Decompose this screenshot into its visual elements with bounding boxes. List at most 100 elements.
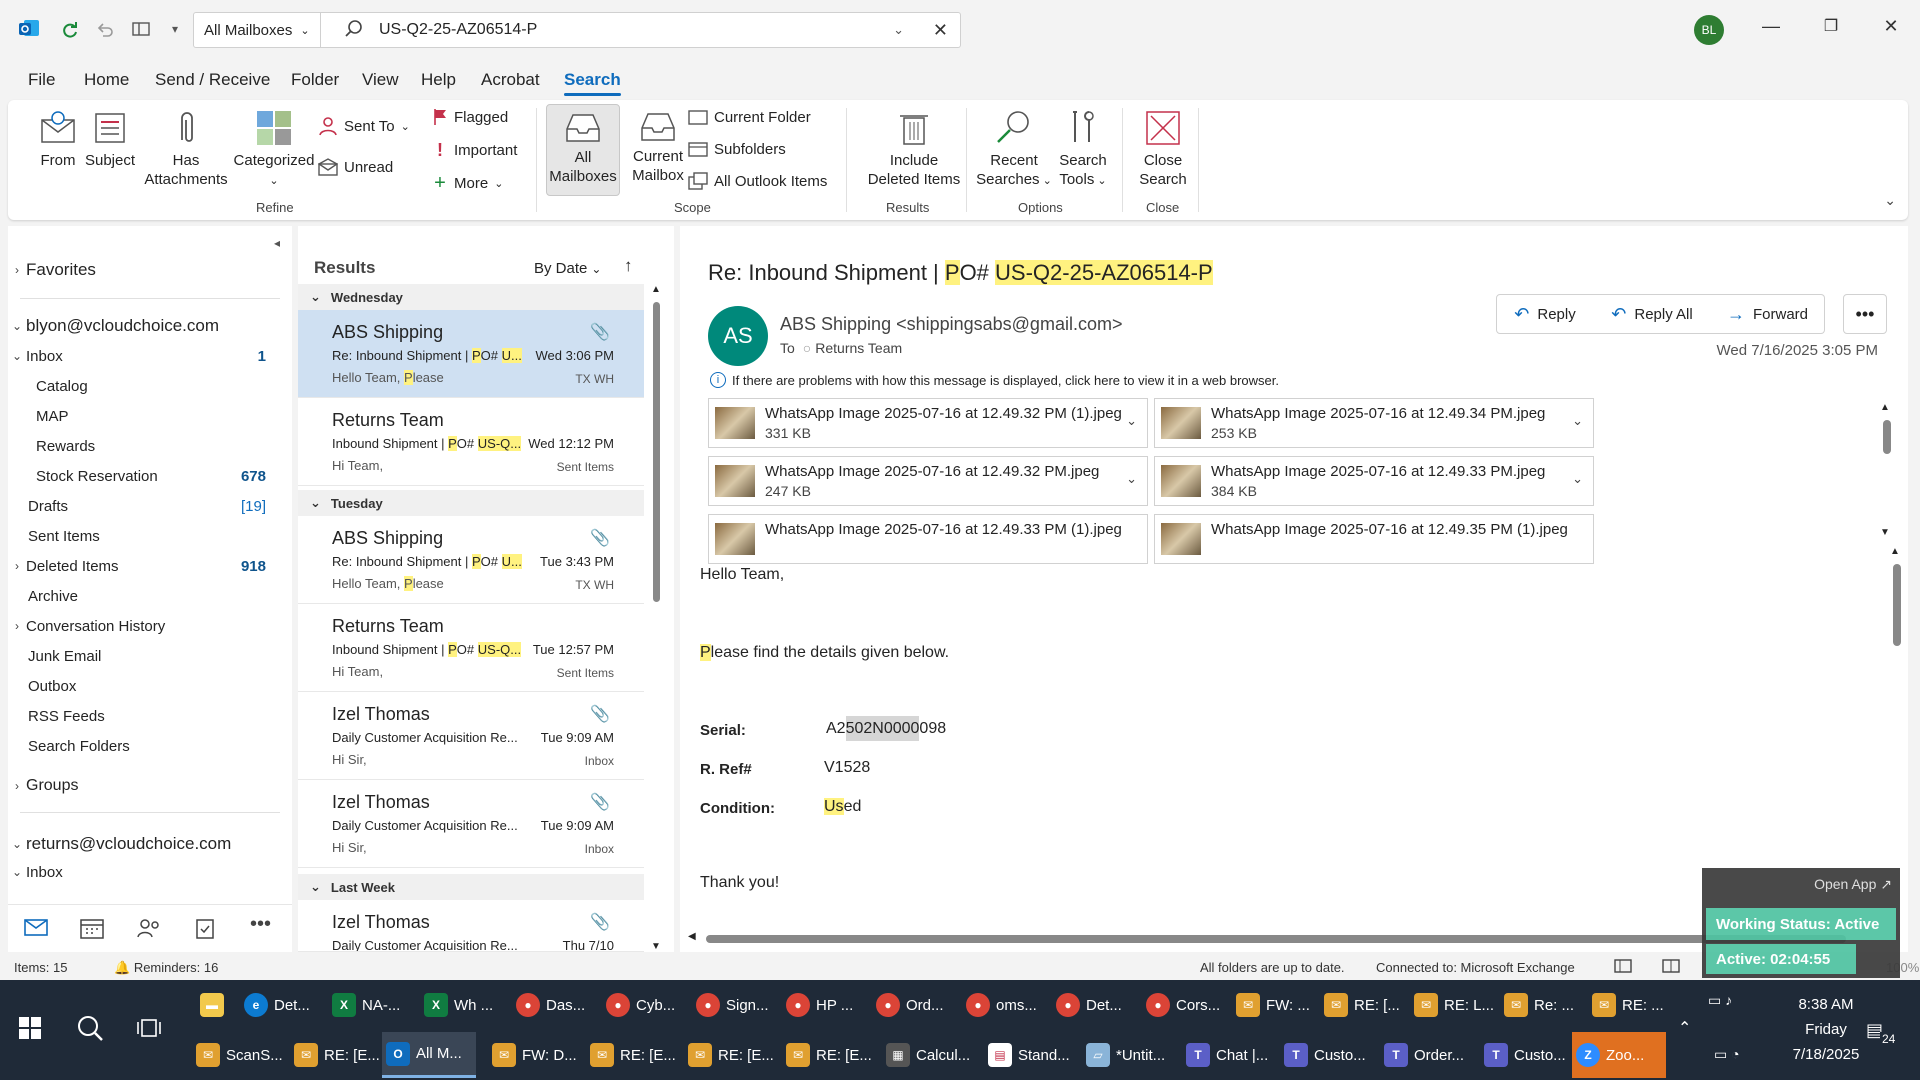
folder-inbox-returns[interactable]: ⌄ Inbox bbox=[8, 858, 292, 886]
message-item[interactable]: Izel Thomas 📎 Daily Customer Acquisition… bbox=[298, 900, 644, 952]
categorized-button[interactable]: Categorized ⌄ bbox=[226, 108, 322, 191]
mail-icon[interactable] bbox=[24, 917, 48, 940]
clear-search-icon[interactable]: ✕ bbox=[933, 20, 948, 41]
message-item[interactable]: Returns Team Inbound Shipment | PO# US-Q… bbox=[298, 398, 644, 486]
message-item[interactable]: Izel Thomas 📎 Daily Customer Acquisition… bbox=[298, 780, 644, 868]
taskbar-chrome-4[interactable]: ● HP ... bbox=[782, 982, 866, 1028]
taskbar-mail-2[interactable]: ✉ RE: [... bbox=[1320, 982, 1404, 1028]
attachment-item[interactable]: WhatsApp Image 2025-07-16 at 12.49.35 PM… bbox=[1154, 514, 1594, 564]
system-clock[interactable]: 8:38 AM Friday 7/18/2025 bbox=[1776, 992, 1876, 1067]
view-toggle-icon[interactable] bbox=[130, 18, 152, 40]
folder-sent-items[interactable]: Sent Items bbox=[8, 522, 292, 550]
scroll-thumb[interactable] bbox=[1893, 564, 1901, 646]
include-deleted-items-button[interactable]: Include Deleted Items bbox=[860, 108, 968, 189]
folder-deleted-items[interactable]: › Deleted Items 918 bbox=[8, 552, 292, 580]
menu-folder[interactable]: Folder bbox=[291, 70, 339, 90]
taskbar-mail-10[interactable]: ✉ RE: [E... bbox=[684, 1032, 774, 1078]
user-avatar[interactable]: BL bbox=[1694, 15, 1724, 45]
taskbar-mail-8[interactable]: ✉ FW: D... bbox=[488, 1032, 577, 1078]
restore-icon[interactable]: ❐ bbox=[1816, 16, 1846, 42]
reminders[interactable]: 🔔 Reminders: 16 bbox=[114, 960, 218, 976]
attachment-item[interactable]: WhatsApp Image 2025-07-16 at 12.49.33 PM… bbox=[1154, 456, 1594, 506]
body-horizontal-scrollbar[interactable]: ◀ bbox=[688, 931, 1878, 946]
folder-junk-email[interactable]: Junk Email bbox=[8, 642, 292, 670]
menu-search[interactable]: Search bbox=[564, 70, 621, 96]
subject-button[interactable]: Subject bbox=[80, 108, 140, 170]
taskbar-mail-3[interactable]: ✉ RE: L... bbox=[1410, 982, 1494, 1028]
current-mailbox-button[interactable]: Current Mailbox bbox=[622, 108, 694, 185]
folder-rewards[interactable]: Rewards bbox=[8, 432, 292, 460]
message-item[interactable]: Returns Team Inbound Shipment | PO# US-Q… bbox=[298, 604, 644, 692]
taskbar-search-icon[interactable] bbox=[76, 1014, 104, 1045]
recipient-name[interactable]: Returns Team bbox=[815, 340, 902, 356]
taskbar-chrome-2[interactable]: ● Cyb... bbox=[602, 982, 686, 1028]
people-icon[interactable] bbox=[136, 917, 162, 942]
close-window-icon[interactable]: ✕ bbox=[1876, 16, 1906, 42]
taskbar-mail-1[interactable]: ✉ FW: ... bbox=[1232, 982, 1316, 1028]
sender-avatar[interactable]: AS bbox=[708, 306, 768, 366]
network-icon[interactable]: ▭ ◔ bbox=[1714, 1046, 1740, 1063]
list-scrollbar[interactable]: ▲ ▼ bbox=[650, 284, 662, 952]
recent-searches-button[interactable]: Recent Searches ⌄ bbox=[974, 108, 1054, 191]
search-dropdown-icon[interactable]: ⌄ bbox=[893, 22, 904, 38]
menu-send-receive[interactable]: Send / Receive bbox=[155, 70, 270, 90]
account-blyon[interactable]: ⌄ blyon@vcloudchoice.com bbox=[8, 312, 292, 340]
normal-view-icon[interactable] bbox=[1614, 959, 1632, 976]
taskbar-mail-6[interactable]: ✉ ScanS... bbox=[192, 1032, 283, 1078]
taskbar-mail-5[interactable]: ✉ RE: ... bbox=[1588, 982, 1672, 1028]
taskbar-excel-1[interactable]: X NA-... bbox=[328, 982, 412, 1028]
collapse-ribbon-icon[interactable]: ⌄ bbox=[1884, 192, 1896, 209]
attachment-item[interactable]: WhatsApp Image 2025-07-16 at 12.49.33 PM… bbox=[708, 514, 1148, 564]
group-header-wednesday[interactable]: ⌄ Wednesday bbox=[298, 284, 644, 310]
minimize-icon[interactable]: — bbox=[1756, 16, 1786, 42]
taskbar-teams-2[interactable]: T Custo... bbox=[1280, 1032, 1374, 1078]
close-search-button[interactable]: Close Search bbox=[1128, 108, 1198, 189]
taskbar-chrome-5[interactable]: ● Ord... bbox=[872, 982, 956, 1028]
folder-rss-feeds[interactable]: RSS Feeds bbox=[8, 702, 292, 730]
menu-help[interactable]: Help bbox=[421, 70, 456, 90]
more-actions-button[interactable]: ••• bbox=[1843, 294, 1887, 334]
folder-stock-reservation[interactable]: Stock Reservation 678 bbox=[8, 462, 292, 490]
taskbar-chrome-3[interactable]: ● Sign... bbox=[692, 982, 776, 1028]
folder-search-folders[interactable]: Search Folders bbox=[8, 732, 292, 760]
taskbar-teams-3[interactable]: T Order... bbox=[1380, 1032, 1476, 1078]
sender-address[interactable]: ABS Shipping <shippingsabs@gmail.com> bbox=[780, 314, 1122, 335]
scroll-up-icon[interactable]: ▲ bbox=[1890, 546, 1900, 557]
taskbar-mail-9[interactable]: ✉ RE: [E... bbox=[586, 1032, 676, 1078]
from-button[interactable]: From bbox=[30, 108, 86, 170]
taskbar-teams-4[interactable]: T Custo... bbox=[1480, 1032, 1576, 1078]
menu-file[interactable]: File bbox=[28, 70, 55, 90]
reply-all-button[interactable]: ↶ Reply All bbox=[1593, 294, 1712, 334]
message-item[interactable]: ABS Shipping 📎 Re: Inbound Shipment | PO… bbox=[298, 310, 644, 398]
taskbar-notepad[interactable]: ▱ *Untit... bbox=[1082, 1032, 1174, 1078]
reading-view-icon[interactable] bbox=[1662, 959, 1680, 976]
collapse-pane-icon[interactable]: ◂ bbox=[274, 236, 280, 250]
undo-icon[interactable] bbox=[94, 18, 116, 40]
task-view-icon[interactable] bbox=[136, 1016, 162, 1043]
group-header-last-week[interactable]: ⌄ Last Week bbox=[298, 874, 644, 900]
sort-direction-icon[interactable]: ↑ bbox=[624, 256, 633, 276]
more-button[interactable]: + More ⌄ bbox=[432, 172, 503, 195]
taskbar-zoom[interactable]: Z Zoo... bbox=[1572, 1032, 1666, 1078]
system-tray-icons[interactable]: ▭ ♪ bbox=[1708, 992, 1732, 1009]
attachments-scrollbar[interactable]: ▲ ▼ bbox=[1880, 402, 1894, 538]
menu-home[interactable]: Home bbox=[84, 70, 129, 90]
taskbar-mail-4[interactable]: ✉ Re: ... bbox=[1500, 982, 1584, 1028]
scroll-up-icon[interactable]: ▲ bbox=[651, 284, 661, 295]
folder-conversation-history[interactable]: › Conversation History bbox=[8, 612, 292, 640]
sent-to-button[interactable]: Sent To ⌄ bbox=[318, 116, 410, 136]
forward-button[interactable]: → Forward bbox=[1711, 294, 1825, 334]
folder-catalog[interactable]: Catalog bbox=[8, 372, 292, 400]
has-attachments-button[interactable]: Has Attachments bbox=[140, 108, 232, 189]
taskbar-chrome-8[interactable]: ● Cors... bbox=[1142, 982, 1226, 1028]
search-box[interactable]: US-Q2-25-AZ06514-P ⌄ ✕ bbox=[321, 12, 961, 48]
attachment-item[interactable]: WhatsApp Image 2025-07-16 at 12.49.32 PM… bbox=[708, 398, 1148, 448]
taskbar-excel-2[interactable]: X Wh ... bbox=[420, 982, 504, 1028]
message-item[interactable]: Izel Thomas 📎 Daily Customer Acquisition… bbox=[298, 692, 644, 780]
account-returns[interactable]: ⌄ returns@vcloudchoice.com bbox=[8, 830, 292, 858]
scroll-left-icon[interactable]: ◀ bbox=[688, 931, 696, 942]
search-tools-button[interactable]: Search Tools ⌄ bbox=[1048, 108, 1118, 191]
current-folder-button[interactable]: Current Folder bbox=[688, 108, 811, 126]
taskbar-chrome-6[interactable]: ● oms... bbox=[962, 982, 1046, 1028]
scroll-thumb[interactable] bbox=[653, 302, 660, 602]
